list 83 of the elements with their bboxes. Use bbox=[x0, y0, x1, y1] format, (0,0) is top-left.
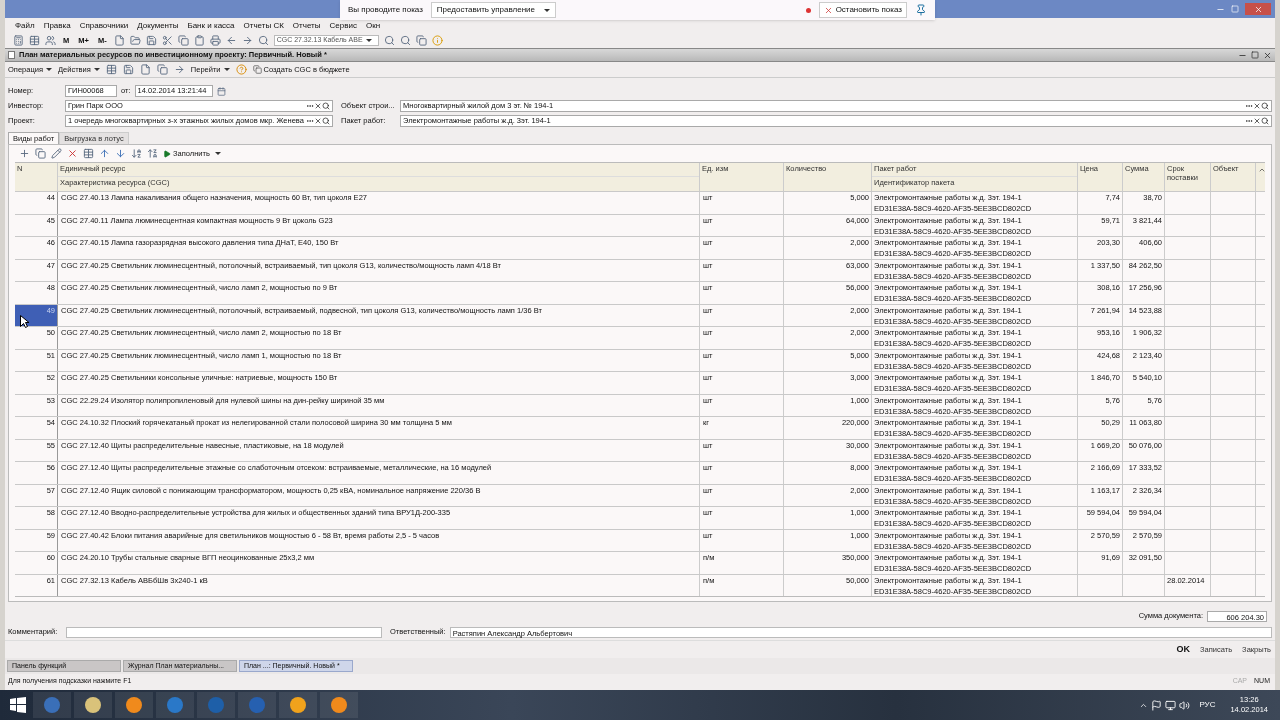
comment-field[interactable] bbox=[66, 626, 382, 638]
maximize-icon[interactable] bbox=[1231, 5, 1239, 13]
copy-icon[interactable] bbox=[35, 148, 46, 159]
clear-icon[interactable] bbox=[314, 117, 322, 125]
menu-item[interactable]: Окн bbox=[365, 19, 381, 32]
search-icon[interactable] bbox=[1261, 117, 1269, 125]
arrow-icon[interactable] bbox=[173, 64, 185, 75]
menu-item[interactable]: Сервис bbox=[329, 19, 357, 32]
document-icon bbox=[8, 51, 15, 59]
cut-icon[interactable] bbox=[161, 35, 173, 46]
search-icon[interactable] bbox=[257, 35, 269, 46]
paste-icon[interactable] bbox=[193, 35, 205, 46]
more-icon[interactable] bbox=[1245, 102, 1253, 110]
caret-icon bbox=[93, 68, 100, 71]
menu-item[interactable]: Отчеты СК bbox=[243, 19, 284, 32]
taskbar-app-icon[interactable] bbox=[320, 692, 358, 718]
footer-button[interactable]: OK bbox=[1176, 642, 1191, 657]
pin-icon[interactable] bbox=[915, 4, 927, 16]
back-icon[interactable] bbox=[225, 35, 237, 46]
caret-icon bbox=[544, 8, 550, 12]
forward-icon[interactable] bbox=[241, 35, 253, 46]
scroll-up-icon[interactable] bbox=[1258, 166, 1266, 174]
more-icon[interactable] bbox=[306, 102, 314, 110]
new-document-icon[interactable] bbox=[113, 35, 125, 46]
delete-icon[interactable] bbox=[67, 148, 78, 159]
menu-item[interactable]: Документы bbox=[137, 19, 179, 32]
taskbar-app-icon[interactable] bbox=[115, 692, 153, 718]
calendar-icon[interactable] bbox=[216, 86, 226, 96]
menu-item[interactable]: Отчеты bbox=[292, 19, 321, 32]
caret-icon bbox=[214, 152, 221, 155]
search-previous-icon[interactable] bbox=[399, 35, 411, 46]
copy-icon bbox=[252, 65, 262, 74]
close-icon bbox=[1253, 4, 1263, 14]
clear-icon[interactable] bbox=[314, 102, 322, 110]
move-down-icon[interactable] bbox=[115, 148, 126, 159]
more-icon[interactable] bbox=[1245, 117, 1253, 125]
edit-icon[interactable] bbox=[51, 148, 62, 159]
save-icon[interactable] bbox=[145, 35, 157, 46]
search-icon[interactable] bbox=[322, 102, 330, 110]
clear-icon[interactable] bbox=[1253, 117, 1261, 125]
add-icon[interactable] bbox=[19, 148, 30, 159]
sort-descending-icon[interactable] bbox=[147, 148, 158, 159]
table-icon[interactable] bbox=[29, 35, 40, 46]
mouse-cursor-icon bbox=[20, 315, 29, 328]
menu-item[interactable]: Файл bbox=[15, 19, 35, 32]
document-icon[interactable] bbox=[139, 64, 151, 75]
stop-presentation-button[interactable]: Остановить показ bbox=[818, 2, 907, 18]
flag-icon[interactable] bbox=[1151, 699, 1163, 711]
copy-icon[interactable] bbox=[156, 64, 168, 75]
caret-icon bbox=[223, 68, 230, 71]
move-up-icon[interactable] bbox=[99, 148, 110, 159]
clear-icon[interactable] bbox=[1253, 102, 1261, 110]
close-icon[interactable] bbox=[1263, 50, 1272, 60]
search-next-icon[interactable] bbox=[383, 35, 395, 46]
search-icon[interactable] bbox=[1261, 102, 1269, 110]
play-icon bbox=[163, 149, 171, 158]
menu-item[interactable]: Банк и касса bbox=[187, 19, 235, 32]
speaker-icon[interactable] bbox=[1179, 699, 1191, 711]
calculator-icon[interactable] bbox=[13, 35, 24, 46]
taskbar-app-icon[interactable] bbox=[279, 692, 317, 718]
presentation-status: Вы проводите показ bbox=[348, 4, 423, 16]
sort-ascending-icon[interactable] bbox=[131, 148, 142, 159]
users-icon[interactable] bbox=[45, 35, 56, 46]
menu-item[interactable]: Правка bbox=[43, 19, 71, 32]
taskbar-app-icon[interactable] bbox=[74, 692, 112, 718]
search-icon[interactable] bbox=[322, 117, 330, 125]
language-indicator[interactable]: РУС bbox=[1193, 699, 1222, 711]
close-icon bbox=[823, 5, 833, 15]
table-icon[interactable] bbox=[83, 148, 94, 159]
menu-item[interactable]: Справочники bbox=[79, 19, 129, 32]
start-icon[interactable] bbox=[10, 697, 26, 713]
caret-icon bbox=[45, 68, 52, 71]
table-icon[interactable] bbox=[105, 64, 117, 75]
copy-icon[interactable] bbox=[177, 35, 189, 46]
close-button[interactable] bbox=[1245, 3, 1271, 15]
network-icon[interactable] bbox=[1165, 699, 1177, 711]
folder-icon[interactable] bbox=[129, 35, 141, 46]
printer-icon[interactable] bbox=[209, 35, 221, 46]
control-dropdown[interactable]: Предоставить управление bbox=[430, 2, 556, 18]
save-icon[interactable] bbox=[122, 64, 134, 75]
restore-icon[interactable] bbox=[1251, 51, 1259, 59]
more-icon[interactable] bbox=[306, 117, 314, 125]
caret-icon bbox=[365, 39, 372, 42]
